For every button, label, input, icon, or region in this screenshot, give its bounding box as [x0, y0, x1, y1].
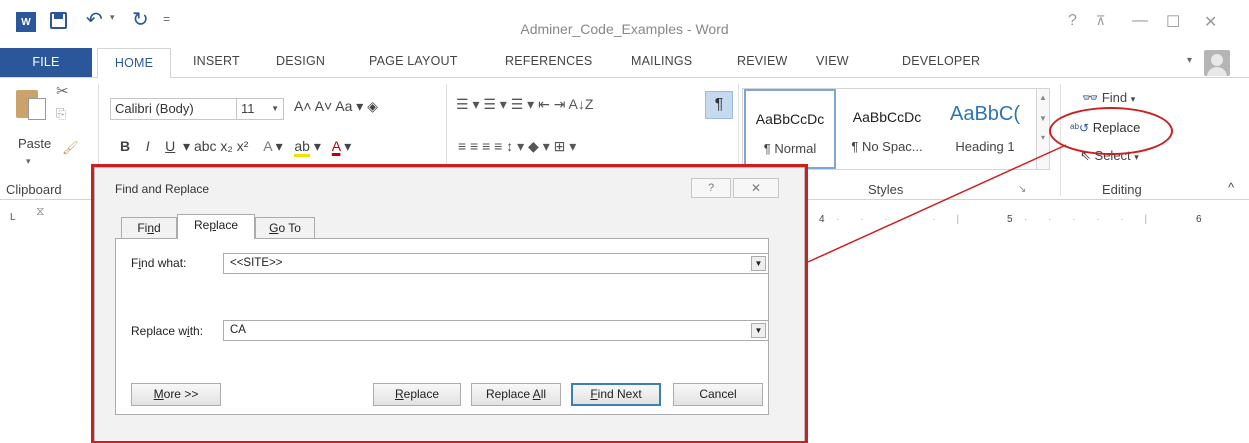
bold-button[interactable]: B — [120, 138, 130, 154]
cut-icon[interactable]: ✂ — [56, 82, 69, 100]
copy-icon[interactable]: ⎘ — [56, 106, 66, 122]
styles-gallery-scroller[interactable]: ▲ ▼ ▾ — [1036, 88, 1050, 170]
account-caret-icon[interactable]: ▾ — [1187, 55, 1192, 66]
clipboard-group-label: Clipboard — [6, 182, 62, 197]
styles-dialog-launcher-icon[interactable]: ↘ — [1018, 184, 1026, 195]
tab-insert[interactable]: INSERT — [193, 54, 240, 68]
ruler-ticks: · · · · · | — [1024, 214, 1157, 225]
tab-mailings[interactable]: MAILINGS — [631, 54, 692, 68]
find-button[interactable]: 👓 Find ▾ — [1082, 90, 1135, 106]
style-name: Heading 1 — [955, 139, 1015, 154]
editing-group-label: Editing — [1102, 182, 1142, 197]
italic-button[interactable]: I — [146, 138, 150, 154]
indent-marker-icon[interactable]: ⧖ — [36, 204, 44, 219]
paragraph-alignment-controls[interactable]: ≡ ≡ ≡ ≡ ↕ ▾ ◆ ▾ ⊞ ▾ — [458, 138, 576, 155]
tab-home[interactable]: HOME — [97, 48, 171, 79]
font-color-button[interactable]: A — [332, 138, 341, 154]
ruler-number: 6 — [1196, 214, 1202, 225]
styles-more-icon[interactable]: ▾ — [1037, 133, 1049, 142]
tab-file[interactable]: FILE — [0, 48, 92, 77]
highlight-color-button[interactable]: ab — [294, 138, 310, 157]
ruler-ticks: · · · · · | — [836, 214, 969, 225]
user-avatar[interactable] — [1204, 50, 1230, 76]
tab-references[interactable]: REFERENCES — [505, 54, 592, 68]
minimize-icon[interactable]: — — [1132, 12, 1148, 30]
help-icon[interactable]: ? — [1068, 12, 1077, 30]
style-sample: AaBbCcDc — [755, 111, 825, 127]
tab-page-layout[interactable]: PAGE LAYOUT — [369, 54, 458, 68]
title-bar: W ↶ ▾ ↻ = Adminer_Code_Examples - Word ?… — [0, 0, 1249, 48]
tab-replace[interactable]: Replace — [177, 214, 255, 239]
style-sample: AaBbC( — [949, 103, 1021, 125]
tab-design[interactable]: DESIGN — [276, 54, 325, 68]
ruler-number: 5 — [1007, 214, 1013, 225]
style-normal[interactable]: AaBbCcDc ¶ Normal — [744, 89, 836, 169]
font-size-and-case-controls[interactable]: A˄ A˅ Aa ▾ ◈ — [294, 98, 378, 115]
style-no-spacing[interactable]: AaBbCcDc ¶ No Spac... — [841, 89, 933, 169]
ruler-number: 4 — [819, 214, 825, 225]
show-formatting-marks-button[interactable]: ¶ — [705, 91, 733, 119]
style-heading-1[interactable]: AaBbC( Heading 1 — [939, 89, 1031, 169]
style-sample: AaBbCcDc — [852, 109, 922, 125]
maximize-icon[interactable]: ☐ — [1166, 12, 1180, 32]
paste-icon[interactable] — [16, 86, 48, 122]
font-format-controls[interactable]: B I U ▾ abc x₂ x² A ▾ ab ▾ A ▾ — [120, 138, 351, 157]
collapse-ribbon-icon[interactable]: ^ — [1228, 180, 1234, 195]
scroll-up-icon[interactable]: ▲ — [1037, 93, 1049, 102]
font-size-select[interactable]: 11 ▼ — [236, 98, 284, 120]
tab-review[interactable]: REVIEW — [737, 54, 788, 68]
styles-group-label: Styles — [868, 182, 904, 197]
annotation-dialog-highlight — [91, 164, 808, 443]
close-icon[interactable]: ✕ — [1204, 12, 1217, 32]
paste-button-label[interactable]: Paste — [18, 136, 51, 151]
paragraph-list-controls[interactable]: ☰ ▾ ☰ ▾ ☰ ▾ ⇤ ⇥ A↓Z — [456, 96, 593, 113]
underline-button[interactable]: U — [165, 138, 175, 154]
window-title: Adminer_Code_Examples - Word — [520, 21, 729, 37]
strikethrough-subscript-superscript[interactable]: ▾ abc x₂ x² — [183, 138, 248, 154]
style-name: ¶ Normal — [763, 141, 817, 156]
binoculars-icon: 👓 — [1082, 90, 1099, 105]
text-effects-button[interactable]: A — [263, 138, 272, 154]
paste-dropdown-icon[interactable]: ▾ — [26, 156, 31, 167]
annotation-replace-ring — [1049, 107, 1173, 155]
scroll-down-icon[interactable]: ▼ — [1037, 114, 1049, 123]
ribbon-display-options-icon[interactable]: ⊼ — [1096, 13, 1106, 29]
ribbon-tabs: FILE HOME INSERT DESIGN PAGE LAYOUT REFE… — [0, 48, 1249, 79]
tab-view[interactable]: VIEW — [816, 54, 849, 68]
format-painter-icon[interactable]: 🖌 — [62, 140, 79, 156]
tab-developer[interactable]: DEVELOPER — [902, 54, 980, 68]
tab-selector-icon[interactable]: L — [10, 212, 16, 223]
style-name: ¶ No Spac... — [851, 139, 923, 154]
styles-gallery: AaBbCcDc ¶ Normal AaBbCcDc ¶ No Spac... … — [742, 88, 1044, 170]
